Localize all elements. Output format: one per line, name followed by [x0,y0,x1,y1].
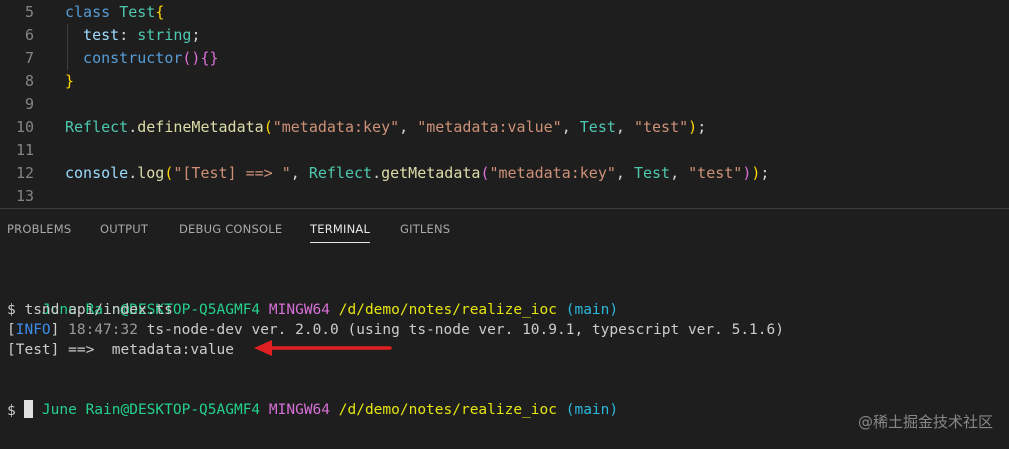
watermark: @稀土掘金技术社区 [857,413,993,431]
code-line: 12 console.log("[Test] ==> ", Reflect.get… [0,162,1009,185]
tab-problems[interactable]: PROBLEMS [7,209,71,249]
code-line: 9 [0,93,1009,116]
info-message: ts-node-dev ver. 2.0.0 (using ts-node ve… [146,322,784,338]
prompt-shell: MINGW64 [268,302,331,318]
code-line: 11 [0,139,1009,162]
code-token: {} [200,49,219,67]
code-text: constructor(){} [65,47,219,70]
code-text: Reflect.defineMetadata("metadata:key", "… [65,116,706,139]
code-token: : [119,26,138,44]
code-token: . [128,118,138,136]
line-number: 12 [15,164,34,182]
code-token: getMetadata [381,164,481,182]
info-time: 18:47:32 [68,322,138,338]
code-text: class Test{ [65,1,164,24]
code-token: "test" [688,164,743,182]
prompt-branch: (main) [565,302,619,318]
code-line: 8} [0,70,1009,93]
code-token: , [290,164,309,182]
code-token: "test" [633,118,689,136]
tab-gitlens[interactable]: GITLENS [400,209,450,249]
code-token: ; [697,118,707,136]
code-token: ; [191,26,201,44]
terminal-input-line[interactable]: $ [7,400,34,420]
code-token: constructor [65,49,183,67]
code-token: console [65,164,129,182]
terminal-info-line: [INFO] 18:47:32 ts-node-dev ver. 2.0.0 (… [7,322,784,338]
prompt-shell: MINGW64 [268,402,331,418]
code-token: "[Test] ==> " [173,164,291,182]
code-token: { [155,3,165,21]
code-token: () [182,49,201,67]
prompt-path: /d/demo/notes/realize_ioc [338,302,557,318]
code-token: } [65,72,75,90]
code-token: , [399,118,418,136]
line-number: 6 [24,26,34,44]
prompt-branch: (main) [565,402,619,418]
tab-terminal[interactable]: TERMINAL [310,209,371,249]
code-token: string [137,26,192,44]
terminal-cursor [24,400,34,418]
panel-tab-bar: PROBLEMS OUTPUT DEBUG CONSOLE TERMINAL G… [0,209,1009,249]
code-token: "metadata:key" [272,118,400,136]
terminal-prompt-line: June Rain@DESKTOP-Q5AGMF4 MINGW64 /d/dem… [7,380,618,418]
code-token: , [615,118,634,136]
line-number: 11 [15,141,34,159]
code-token: . [372,164,382,182]
code-token: Reflect [308,164,373,182]
line-number: 8 [24,72,34,90]
code-text: } [65,70,74,93]
code-token: ) [688,118,698,136]
prompt-user-host: June Rain@DESKTOP-Q5AGMF4 [41,402,261,418]
info-tag: INFO [15,322,51,338]
code-line: 7 constructor(){} [0,47,1009,70]
line-number: 10 [15,118,34,136]
line-number: 7 [24,49,34,67]
code-token: class [65,3,120,21]
code-line: 6 test: string; [0,24,1009,47]
code-text: console.log("[Test] ==> ", Reflect.getMe… [65,162,769,185]
code-token: test [65,26,120,44]
code-token: log [137,164,165,182]
tab-debug-console[interactable]: DEBUG CONSOLE [179,209,282,249]
code-line: 13 [0,185,1009,208]
line-number: 5 [24,3,34,21]
code-token: Test [633,164,671,182]
prompt-path: /d/demo/notes/realize_ioc [338,402,557,418]
terminal-command-line: $ tsnd api/index.ts [7,302,173,318]
code-token: ; [760,164,770,182]
code-token: , [561,118,580,136]
red-arrow-annotation [254,340,392,356]
line-number: 9 [24,95,34,113]
code-token: . [128,164,138,182]
code-token: , [615,164,634,182]
code-token: "metadata:value" [417,118,562,136]
input-prompt: $ [7,403,16,419]
code-line: 10 Reflect.defineMetadata("metadata:key",… [0,116,1009,139]
line-number: 13 [15,187,34,205]
code-line: 5 class Test{ [0,1,1009,24]
code-token: "metadata:key" [489,164,616,182]
code-token: , [670,164,689,182]
code-text: test: string; [65,24,200,47]
code-editor[interactable]: 5 class Test{6 test: string; 7 constructor… [0,0,1009,208]
terminal-output-line: [Test] ==> metadata:value [7,342,234,358]
tab-output[interactable]: OUTPUT [100,209,148,249]
code-token: Test [119,3,156,21]
code-token: defineMetadata [137,118,264,136]
code-token: Reflect [65,118,129,136]
code-token: ( [263,118,273,136]
code-token: Test [579,118,616,136]
terminal-prompt-line: June Rain@DESKTOP-Q5AGMF4 MINGW64 /d/dem… [7,280,618,318]
